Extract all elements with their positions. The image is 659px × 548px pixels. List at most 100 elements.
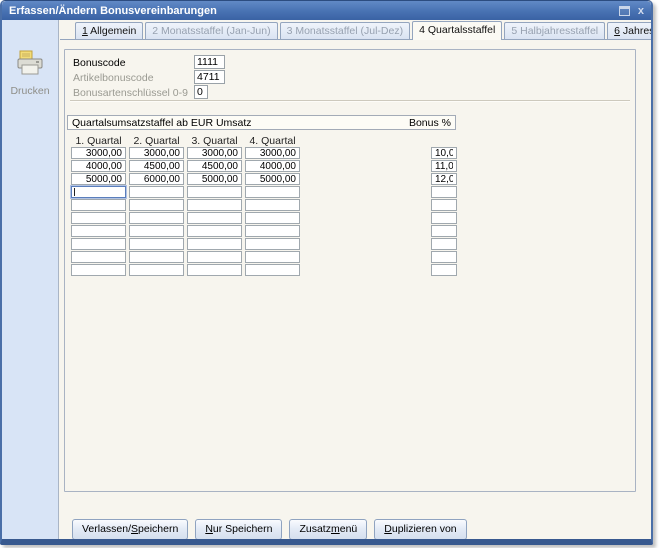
q1-cell-input[interactable] bbox=[71, 225, 126, 237]
quartalsstaffel-groupbox: Bonuscode Artikelbonuscode Bonusartensch… bbox=[64, 49, 636, 492]
q4-cell-input[interactable] bbox=[245, 199, 300, 211]
q2-cell-input[interactable] bbox=[129, 186, 184, 198]
close-icon[interactable]: x bbox=[638, 6, 644, 16]
bonus-cell-input[interactable] bbox=[431, 264, 457, 276]
staffel-row bbox=[71, 212, 457, 224]
window-title: Erfassen/Ändern Bonusvereinbarungen bbox=[9, 5, 619, 17]
nur-speichern-button[interactable]: Nur Speichern bbox=[195, 519, 282, 540]
q4-cell-input[interactable] bbox=[245, 238, 300, 250]
bonus-cell-input[interactable] bbox=[431, 186, 457, 198]
content-area: 1 Allgemein 2 Monatsstaffel (Jan-Jun) 3 … bbox=[59, 20, 653, 540]
artikelbonuscode-input[interactable] bbox=[194, 70, 225, 84]
bonus-cell-input[interactable] bbox=[431, 147, 457, 159]
q4-cell-input[interactable] bbox=[245, 147, 300, 159]
q1-cell-input-focused[interactable] bbox=[71, 186, 126, 198]
q4-cell-input[interactable] bbox=[245, 251, 300, 263]
button-bar: Verlassen/Speichern Nur Speichern Zusatz… bbox=[72, 519, 467, 540]
q3-cell-input[interactable] bbox=[187, 264, 242, 276]
tab-jahresstaffel[interactable]: 6 Jahresstaffel bbox=[607, 22, 653, 39]
staffel-grid bbox=[71, 147, 457, 277]
tab-allgemein[interactable]: 1 Allgemein bbox=[75, 22, 143, 39]
bonusarten-input[interactable] bbox=[194, 85, 208, 99]
q1-cell-input[interactable] bbox=[71, 212, 126, 224]
bonusarten-label: Bonusartenschlüssel 0-9 bbox=[73, 87, 188, 99]
col-header-q1: 1. Quartal bbox=[71, 135, 126, 147]
grid-gap bbox=[303, 199, 431, 211]
staffel-row bbox=[71, 264, 457, 276]
q1-cell-input[interactable] bbox=[71, 147, 126, 159]
q3-cell-input[interactable] bbox=[187, 238, 242, 250]
q3-cell-input[interactable] bbox=[187, 225, 242, 237]
tab-strip: 1 Allgemein 2 Monatsstaffel (Jan-Jun) 3 … bbox=[75, 22, 653, 39]
verlassen-speichern-button[interactable]: Verlassen/Speichern bbox=[72, 519, 188, 540]
staffel-row-focused bbox=[71, 186, 457, 198]
bonusarten-row: Bonusartenschlüssel 0-9 bbox=[73, 87, 188, 101]
q2-cell-input[interactable] bbox=[129, 251, 184, 263]
staffel-row bbox=[71, 199, 457, 211]
q4-cell-input[interactable] bbox=[245, 225, 300, 237]
q1-cell-input[interactable] bbox=[71, 173, 126, 185]
grid-header-bonus-label: Bonus % bbox=[409, 117, 451, 129]
q4-cell-input[interactable] bbox=[245, 186, 300, 198]
q1-cell-input[interactable] bbox=[71, 264, 126, 276]
tab-halbjahresstaffel[interactable]: 5 Halbjahresstaffel bbox=[504, 22, 605, 39]
bonus-cell-input[interactable] bbox=[431, 238, 457, 250]
bonus-cell-input[interactable] bbox=[431, 225, 457, 237]
q3-cell-input[interactable] bbox=[187, 147, 242, 159]
q2-cell-input[interactable] bbox=[129, 147, 184, 159]
bonus-cell-input[interactable] bbox=[431, 160, 457, 172]
q3-cell-input[interactable] bbox=[187, 186, 242, 198]
bonus-cell-input[interactable] bbox=[431, 173, 457, 185]
bonuscode-input[interactable] bbox=[194, 55, 225, 69]
tab-monatsstaffel-jul-dez[interactable]: 3 Monatsstaffel (Jul-Dez) bbox=[280, 22, 411, 39]
printer-icon[interactable] bbox=[2, 50, 58, 81]
staffel-row bbox=[71, 160, 457, 172]
q4-cell-input[interactable] bbox=[245, 173, 300, 185]
q3-cell-input[interactable] bbox=[187, 199, 242, 211]
q2-cell-input[interactable] bbox=[129, 264, 184, 276]
tab-quartalsstaffel[interactable]: 4 Quartalsstaffel bbox=[412, 21, 502, 40]
q1-cell-input[interactable] bbox=[71, 199, 126, 211]
bonus-cell-input[interactable] bbox=[431, 199, 457, 211]
separator-line bbox=[70, 100, 630, 102]
q3-cell-input[interactable] bbox=[187, 173, 242, 185]
q2-cell-input[interactable] bbox=[129, 160, 184, 172]
q1-cell-input[interactable] bbox=[71, 251, 126, 263]
grid-gap bbox=[303, 173, 431, 185]
tab-page-quartalsstaffel: Bonuscode Artikelbonuscode Bonusartensch… bbox=[60, 39, 653, 506]
staffel-row bbox=[71, 238, 457, 250]
bonuscode-label: Bonuscode bbox=[73, 57, 126, 69]
col-header-q2: 2. Quartal bbox=[129, 135, 184, 147]
staffel-row bbox=[71, 147, 457, 159]
staffel-row bbox=[71, 251, 457, 263]
q3-cell-input[interactable] bbox=[187, 160, 242, 172]
q2-cell-input[interactable] bbox=[129, 238, 184, 250]
zusatzmenu-button[interactable]: Zusatzmenü bbox=[289, 519, 367, 540]
q1-cell-input[interactable] bbox=[71, 160, 126, 172]
grid-column-headers: 1. Quartal 2. Quartal 3. Quartal 4. Quar… bbox=[71, 135, 303, 147]
q3-cell-input[interactable] bbox=[187, 251, 242, 263]
q4-cell-input[interactable] bbox=[245, 264, 300, 276]
artikelbonuscode-row: Artikelbonuscode bbox=[73, 72, 154, 86]
staffel-row bbox=[71, 225, 457, 237]
bonus-cell-input[interactable] bbox=[431, 251, 457, 263]
duplizieren-von-button[interactable]: Duplizieren von bbox=[374, 519, 466, 540]
q4-cell-input[interactable] bbox=[245, 212, 300, 224]
artikelbonuscode-label: Artikelbonuscode bbox=[73, 72, 154, 84]
main-area: Drucken 1 Allgemein 2 Monatsstaffel (Jan… bbox=[2, 20, 651, 540]
col-header-q3: 3. Quartal bbox=[187, 135, 242, 147]
tab-monatsstaffel-jan-jun[interactable]: 2 Monatsstaffel (Jan-Jun) bbox=[145, 22, 277, 39]
grid-gap bbox=[303, 147, 431, 159]
q4-cell-input[interactable] bbox=[245, 160, 300, 172]
bonus-cell-input[interactable] bbox=[431, 212, 457, 224]
q3-cell-input[interactable] bbox=[187, 212, 242, 224]
q2-cell-input[interactable] bbox=[129, 212, 184, 224]
q1-cell-input[interactable] bbox=[71, 238, 126, 250]
restore-icon[interactable] bbox=[619, 6, 630, 16]
q2-cell-input[interactable] bbox=[129, 173, 184, 185]
grid-gap bbox=[303, 251, 431, 263]
grid-gap bbox=[303, 212, 431, 224]
dialog-window: Erfassen/Ändern Bonusvereinbarungen x Dr… bbox=[0, 0, 653, 545]
q2-cell-input[interactable] bbox=[129, 199, 184, 211]
q2-cell-input[interactable] bbox=[129, 225, 184, 237]
